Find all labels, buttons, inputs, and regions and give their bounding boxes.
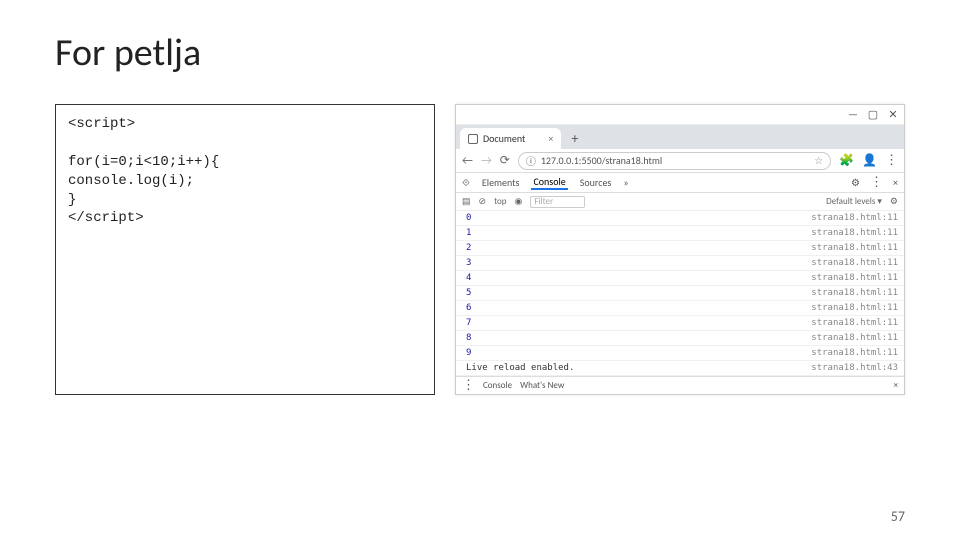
content-row: <script> for(i=0;i<10;i++){ console.log(… [55, 104, 905, 395]
levels-selector[interactable]: Default levels ▾ [826, 196, 882, 207]
tab-console[interactable]: Console [531, 175, 567, 190]
log-value: 6 [462, 303, 502, 313]
slide: For petlja <script> for(i=0;i<10;i++){ c… [0, 0, 960, 540]
log-row: 4 strana18.html:11 [456, 271, 904, 286]
log-row: 3 strana18.html:11 [456, 256, 904, 271]
context-selector[interactable]: top [494, 196, 506, 207]
log-row: 9 strana18.html:11 [456, 346, 904, 361]
log-row: 5 strana18.html:11 [456, 286, 904, 301]
drawer-tab-console[interactable]: Console [483, 380, 512, 391]
log-value: 7 [462, 318, 502, 328]
log-row: 8 strana18.html:11 [456, 331, 904, 346]
devtools-close-icon[interactable]: × [893, 176, 898, 189]
devtools-menu-icon[interactable]: ⋮ [870, 175, 883, 190]
clear-console-icon[interactable]: ⊘ [479, 196, 487, 207]
drawer-menu-icon[interactable]: ⋮ [462, 378, 475, 393]
slide-title: For petlja [55, 30, 905, 76]
log-value: 3 [462, 258, 502, 268]
drawer-close-icon[interactable]: × [894, 380, 898, 391]
devtools-drawer: ⋮ Console What's New × [456, 376, 904, 394]
close-icon: ✕ [888, 110, 898, 120]
favicon-icon [468, 134, 478, 144]
info-icon: ⓘ [526, 153, 536, 168]
filter-input[interactable]: Filter [530, 196, 585, 208]
log-value: 4 [462, 273, 502, 283]
page-number: 57 [891, 508, 905, 525]
drawer-tab-whatsnew[interactable]: What's New [520, 380, 564, 391]
new-tab-button[interactable]: + [565, 130, 584, 147]
log-row: 6 strana18.html:11 [456, 301, 904, 316]
log-value: 1 [462, 228, 502, 238]
log-value: 0 [462, 213, 502, 223]
log-source[interactable]: strana18.html:11 [811, 318, 898, 328]
log-row: 7 strana18.html:11 [456, 316, 904, 331]
minimize-icon: — [848, 110, 858, 120]
log-value: 5 [462, 288, 502, 298]
tab-elements[interactable]: Elements [480, 176, 522, 189]
log-source[interactable]: strana18.html:11 [811, 333, 898, 343]
url-field[interactable]: ⓘ 127.0.0.1:5500/strana18.html ☆ [518, 152, 831, 170]
settings-gear-icon[interactable]: ⚙ [890, 196, 898, 207]
browser-screenshot: — ▢ ✕ Document × + ← → ⟳ ⓘ 127.0.0.1:550… [455, 104, 905, 395]
log-source[interactable]: strana18.html:11 [811, 288, 898, 298]
log-source[interactable]: strana18.html:11 [811, 228, 898, 238]
log-value: 9 [462, 348, 502, 358]
log-value: 8 [462, 333, 502, 343]
maximize-icon: ▢ [868, 110, 878, 120]
log-value: Live reload enabled. [462, 363, 574, 373]
log-source[interactable]: strana18.html:11 [811, 273, 898, 283]
console-filter-bar: ▤ ⊘ top ◉ Filter Default levels ▾ ⚙ [456, 193, 904, 211]
menu-icon[interactable]: ⋮ [885, 153, 898, 168]
inspect-icon[interactable]: ⟐ [462, 176, 470, 189]
devtools-tabbar: ⟐ Elements Console Sources » ⚙ ⋮ × [456, 173, 904, 193]
tab-close-icon[interactable]: × [548, 132, 553, 145]
tab-sources[interactable]: Sources [578, 176, 614, 189]
log-row: 2 strana18.html:11 [456, 241, 904, 256]
log-source[interactable]: strana18.html:11 [811, 303, 898, 313]
eye-icon[interactable]: ◉ [514, 196, 522, 207]
tab-title: Document [483, 132, 525, 145]
sidebar-toggle-icon[interactable]: ▤ [462, 196, 471, 207]
back-icon[interactable]: ← [462, 154, 473, 168]
bookmark-icon[interactable]: ☆ [814, 154, 823, 167]
more-tabs-icon[interactable]: » [623, 176, 628, 189]
log-source[interactable]: strana18.html:11 [811, 258, 898, 268]
log-source[interactable]: strana18.html:43 [811, 363, 898, 373]
reload-icon[interactable]: ⟳ [500, 153, 510, 168]
browser-tabstrip: Document × + [456, 125, 904, 149]
log-row: 1 strana18.html:11 [456, 226, 904, 241]
profile-icon[interactable]: 👤 [862, 153, 877, 168]
url-text: 127.0.0.1:5500/strana18.html [541, 154, 662, 167]
log-value: 2 [462, 243, 502, 253]
log-row: Live reload enabled. strana18.html:43 [456, 361, 904, 376]
filter-placeholder: Filter [534, 196, 553, 207]
browser-tab[interactable]: Document × [460, 128, 561, 149]
log-source[interactable]: strana18.html:11 [811, 348, 898, 358]
log-source[interactable]: strana18.html:11 [811, 213, 898, 223]
settings-icon[interactable]: ⚙ [851, 176, 860, 189]
extension-icon[interactable]: 🧩 [839, 153, 854, 168]
code-block: <script> for(i=0;i<10;i++){ console.log(… [55, 104, 435, 395]
forward-icon[interactable]: → [481, 154, 492, 168]
console-log-area: 0 strana18.html:11 1 strana18.html:11 2 str… [456, 211, 904, 376]
log-row: 0 strana18.html:11 [456, 211, 904, 226]
address-bar: ← → ⟳ ⓘ 127.0.0.1:5500/strana18.html ☆ 🧩… [456, 149, 904, 173]
log-source[interactable]: strana18.html:11 [811, 243, 898, 253]
window-titlebar: — ▢ ✕ [456, 105, 904, 125]
